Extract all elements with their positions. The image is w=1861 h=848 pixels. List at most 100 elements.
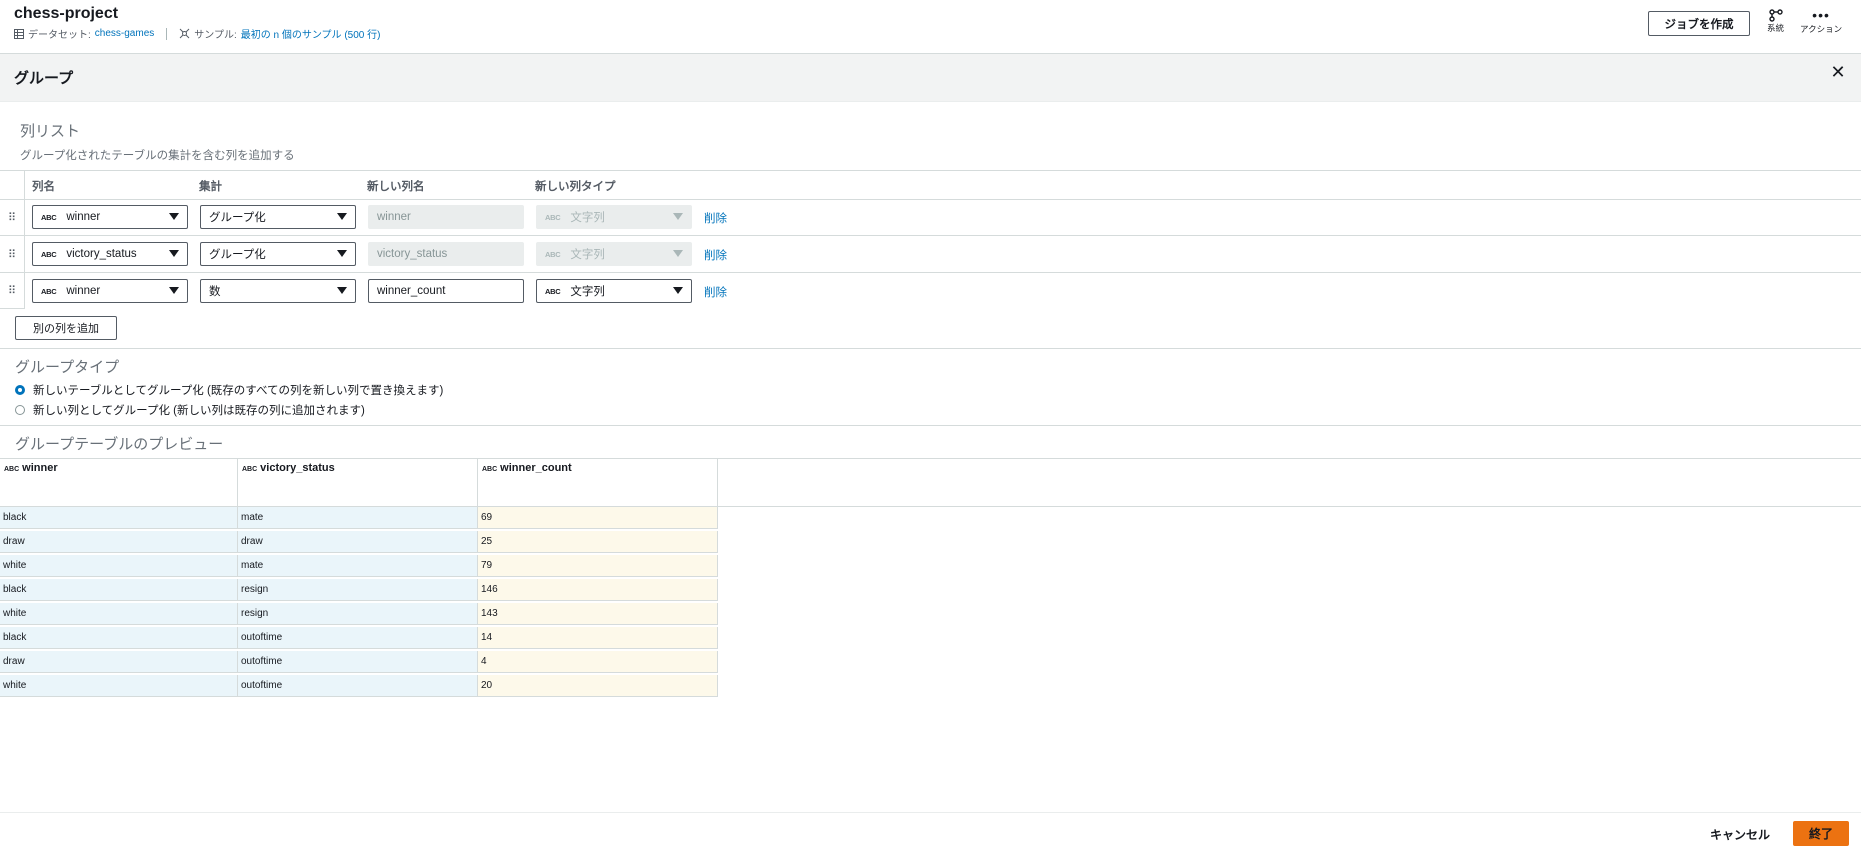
table-cell: 4: [478, 651, 718, 673]
caret-down-icon: [337, 287, 347, 294]
table-cell: resign: [238, 579, 478, 601]
finish-button[interactable]: 終了: [1793, 821, 1849, 846]
caret-down-icon: [169, 287, 179, 294]
cancel-button[interactable]: キャンセル: [1700, 823, 1780, 845]
aggregate-select[interactable]: グループ化: [200, 205, 356, 229]
delete-row-link[interactable]: 削除: [704, 210, 727, 226]
group-type-option-label: 新しいテーブルとしてグループ化 (既存のすべての列を新しい列で置き換えます): [33, 385, 444, 397]
table-cell: draw: [0, 651, 238, 673]
table-cell: 20: [478, 675, 718, 697]
string-type-icon: ABC: [545, 212, 561, 222]
close-icon[interactable]: ✕: [1830, 63, 1846, 81]
table-cell: 146: [478, 579, 718, 601]
table-cell: outoftime: [238, 651, 478, 673]
new-column-type-value: 文字列: [570, 249, 605, 261]
preview-header-label: winner_count: [500, 462, 572, 474]
caret-down-icon: [169, 213, 179, 220]
lineage-icon: [1768, 9, 1783, 22]
drag-handle-icon[interactable]: ⠿: [0, 236, 25, 272]
caret-down-icon: [169, 250, 179, 257]
column-select[interactable]: ABC victory_status: [32, 242, 188, 266]
table-cell: mate: [238, 555, 478, 577]
table-cell: outoftime: [238, 675, 478, 697]
panel-header: [0, 54, 1861, 102]
table-cell: draw: [0, 531, 238, 553]
radio-unselected-icon[interactable]: [15, 405, 25, 415]
dataset-icon: [14, 28, 24, 39]
string-type-icon: ABC: [545, 286, 561, 296]
sample-link[interactable]: 最初の n 個のサンプル (500 行): [241, 26, 381, 41]
sample-label: サンプル:: [194, 30, 237, 41]
table-cell: outoftime: [238, 627, 478, 649]
header-new-column-type: 新しい列タイプ: [535, 181, 616, 193]
header-new-column-name: 新しい列名: [367, 181, 425, 193]
lineage-button[interactable]: 系統: [1767, 9, 1784, 34]
panel-title: グループ: [14, 70, 74, 87]
caret-down-icon: [673, 213, 683, 220]
delete-row-link[interactable]: 削除: [704, 284, 727, 300]
group-type-title: グループタイプ: [15, 359, 120, 376]
caret-down-icon: [337, 250, 347, 257]
table-cell: mate: [238, 507, 478, 529]
radio-selected-icon[interactable]: [15, 385, 25, 395]
new-column-type-select: ABC 文字列: [536, 205, 692, 229]
section-divider: [0, 425, 1861, 426]
preview-header-label: victory_status: [260, 462, 335, 474]
column-select-value: winner: [66, 211, 101, 223]
table-cell: 79: [478, 555, 718, 577]
string-type-icon: ABC: [41, 212, 57, 222]
preview-header-winner-count[interactable]: ABC winner_count: [478, 458, 718, 506]
column-list-title: 列リスト: [20, 123, 81, 140]
column-row: ⠿ ABC victory_status グループ化 victory_status…: [0, 236, 1861, 273]
aggregate-select[interactable]: 数: [200, 279, 356, 303]
actions-label: アクション: [1800, 24, 1843, 34]
sample-icon: [179, 28, 190, 39]
delete-row-link[interactable]: 削除: [704, 247, 727, 263]
table-cell: 25: [478, 531, 718, 553]
string-type-icon: ABC: [41, 249, 57, 259]
new-column-type-value: 文字列: [570, 286, 605, 298]
string-type-icon: ABC: [242, 466, 258, 473]
header-column-name: 列名: [32, 181, 55, 193]
column-select[interactable]: ABC winner: [32, 205, 188, 229]
table-cell: black: [0, 579, 238, 601]
new-column-name-input[interactable]: winner_count: [368, 279, 524, 303]
column-config-table: 列名 集計 新しい列名 新しい列タイプ ⠿ ABC winner グループ化 wi…: [0, 170, 1861, 309]
drag-handle-icon[interactable]: ⠿: [0, 273, 25, 309]
preview-header-label: winner: [22, 462, 58, 474]
table-cell: white: [0, 555, 238, 577]
preview-title: グループテーブルのプレビュー: [15, 436, 224, 453]
preview-header-victory-status[interactable]: ABC victory_status: [238, 458, 478, 506]
caret-down-icon: [673, 287, 683, 294]
column-select[interactable]: ABC winner: [32, 279, 188, 303]
table-cell: 143: [478, 603, 718, 625]
table-cell: draw: [238, 531, 478, 553]
actions-button[interactable]: ••• アクション: [1800, 7, 1843, 35]
table-cell: white: [0, 603, 238, 625]
new-column-type-select[interactable]: ABC 文字列: [536, 279, 692, 303]
aggregate-select[interactable]: グループ化: [200, 242, 356, 266]
aggregate-select-value: グループ化: [209, 212, 266, 224]
string-type-icon: ABC: [41, 286, 57, 296]
more-icon: •••: [1812, 7, 1830, 23]
aggregate-select-value: グループ化: [209, 249, 266, 261]
panel-footer: [0, 812, 1861, 848]
group-type-option-new-column[interactable]: 新しい列としてグループ化 (新しい列は既存の列に追加されます): [15, 402, 365, 418]
caret-down-icon: [337, 213, 347, 220]
dataset-link[interactable]: chess-games: [95, 28, 154, 39]
table-cell: black: [0, 507, 238, 529]
lineage-label: 系統: [1767, 23, 1785, 33]
create-job-button[interactable]: ジョブを作成: [1648, 11, 1750, 36]
column-list-subtitle: グループ化されたテーブルの集計を含む列を追加する: [20, 150, 295, 162]
column-select-value: victory_status: [66, 248, 137, 260]
table-cell: resign: [238, 603, 478, 625]
drag-handle-icon[interactable]: ⠿: [0, 199, 25, 235]
group-type-option-new-table[interactable]: 新しいテーブルとしてグループ化 (既存のすべての列を新しい列で置き換えます): [15, 382, 443, 398]
preview-header-winner[interactable]: ABC winner: [0, 458, 238, 506]
project-title: chess-project: [14, 5, 119, 22]
add-column-button[interactable]: 別の列を追加: [15, 316, 117, 340]
string-type-icon: ABC: [545, 249, 561, 259]
new-column-name-input: victory_status: [368, 242, 524, 266]
section-divider: [0, 348, 1861, 349]
aggregate-select-value: 数: [209, 286, 221, 298]
